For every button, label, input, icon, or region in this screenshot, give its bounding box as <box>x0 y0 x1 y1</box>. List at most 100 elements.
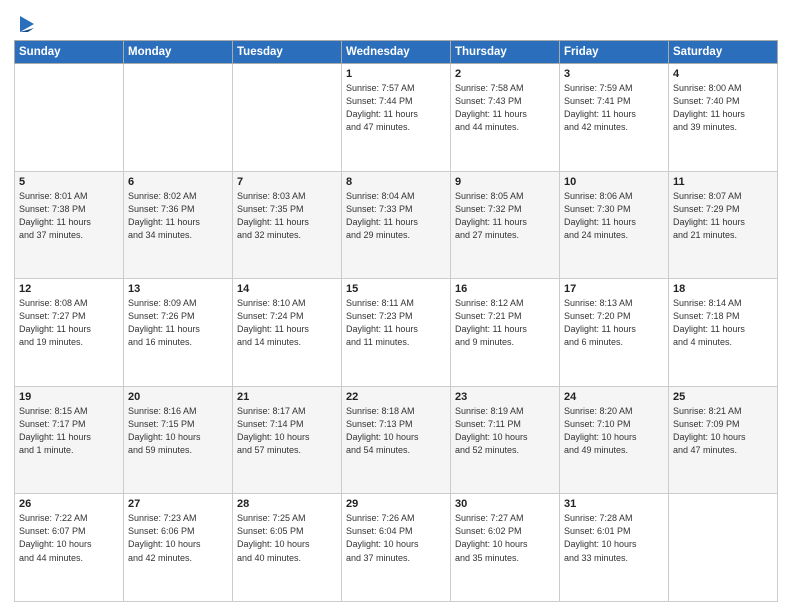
day-number: 14 <box>237 283 337 295</box>
day-info: Sunrise: 7:28 AMSunset: 6:01 PMDaylight:… <box>564 512 664 564</box>
weekday-header-row: SundayMondayTuesdayWednesdayThursdayFrid… <box>15 41 778 64</box>
day-number: 28 <box>237 498 337 510</box>
calendar-cell: 14 Sunrise: 8:10 AMSunset: 7:24 PMDayligh… <box>233 279 342 387</box>
calendar-cell: 15Sunrise: 8:11 AMSunset: 7:23 PMDayligh… <box>342 279 451 387</box>
day-info: Sunrise: 8:19 AMSunset: 7:11 PMDaylight:… <box>455 405 555 457</box>
day-number: 19 <box>19 391 119 403</box>
calendar-table: SundayMondayTuesdayWednesdayThursdayFrid… <box>14 40 778 602</box>
calendar-cell: 18 Sunrise: 8:14 AMSunset: 7:18 PMDayligh… <box>669 279 778 387</box>
day-info: Sunrise: 8:06 AMSunset: 7:30 PMDaylight:… <box>564 190 664 242</box>
day-info: Sunrise: 8:11 AMSunset: 7:23 PMDaylight:… <box>346 297 446 349</box>
weekday-header-saturday: Saturday <box>669 41 778 64</box>
calendar-cell <box>233 64 342 172</box>
calendar-cell: 27 Sunrise: 7:23 AMSunset: 6:06 PMDayligh… <box>124 494 233 602</box>
calendar-cell: 9Sunrise: 8:05 AMSunset: 7:32 PMDaylight… <box>451 171 560 279</box>
day-info: Sunrise: 8:10 AMSunset: 7:24 PMDaylight:… <box>237 297 337 349</box>
weekday-header-monday: Monday <box>124 41 233 64</box>
calendar-cell: 5 Sunrise: 8:01 AMSunset: 7:38 PMDaylight… <box>15 171 124 279</box>
day-number: 22 <box>346 391 446 403</box>
day-info: Sunrise: 8:08 AMSunset: 7:27 PMDaylight:… <box>19 297 119 349</box>
day-number: 21 <box>237 391 337 403</box>
calendar-cell: 8 Sunrise: 8:04 AMSunset: 7:33 PMDaylight… <box>342 171 451 279</box>
day-number: 8 <box>346 176 446 188</box>
weekday-header-tuesday: Tuesday <box>233 41 342 64</box>
weekday-header-sunday: Sunday <box>15 41 124 64</box>
logo <box>14 14 38 32</box>
calendar-cell: 25Sunrise: 8:21 AMSunset: 7:09 PMDayligh… <box>669 386 778 494</box>
weekday-header-wednesday: Wednesday <box>342 41 451 64</box>
calendar-cell: 10 Sunrise: 8:06 AMSunset: 7:30 PMDayligh… <box>560 171 669 279</box>
day-number: 29 <box>346 498 446 510</box>
day-number: 26 <box>19 498 119 510</box>
calendar-cell: 16 Sunrise: 8:12 AMSunset: 7:21 PMDayligh… <box>451 279 560 387</box>
day-number: 30 <box>455 498 555 510</box>
day-info: Sunrise: 8:07 AMSunset: 7:29 PMDaylight:… <box>673 190 773 242</box>
day-info: Sunrise: 7:26 AMSunset: 6:04 PMDaylight:… <box>346 512 446 564</box>
day-info: Sunrise: 7:22 AMSunset: 6:07 PMDaylight:… <box>19 512 119 564</box>
day-number: 17 <box>564 283 664 295</box>
week-row-1: 5 Sunrise: 8:01 AMSunset: 7:38 PMDaylight… <box>15 171 778 279</box>
day-number: 25 <box>673 391 773 403</box>
day-info: Sunrise: 7:23 AMSunset: 6:06 PMDaylight:… <box>128 512 228 564</box>
calendar-cell: 1 Sunrise: 7:57 AMSunset: 7:44 PMDaylight… <box>342 64 451 172</box>
day-number: 7 <box>237 176 337 188</box>
day-info: Sunrise: 8:16 AMSunset: 7:15 PMDaylight:… <box>128 405 228 457</box>
day-info: Sunrise: 7:25 AMSunset: 6:05 PMDaylight:… <box>237 512 337 564</box>
calendar-cell: 12Sunrise: 8:08 AMSunset: 7:27 PMDayligh… <box>15 279 124 387</box>
day-info: Sunrise: 8:15 AMSunset: 7:17 PMDaylight:… <box>19 405 119 457</box>
day-number: 11 <box>673 176 773 188</box>
day-info: Sunrise: 8:00 AMSunset: 7:40 PMDaylight:… <box>673 82 773 134</box>
day-number: 20 <box>128 391 228 403</box>
day-number: 16 <box>455 283 555 295</box>
day-info: Sunrise: 8:09 AMSunset: 7:26 PMDaylight:… <box>128 297 228 349</box>
day-info: Sunrise: 8:03 AMSunset: 7:35 PMDaylight:… <box>237 190 337 242</box>
calendar-cell: 6 Sunrise: 8:02 AMSunset: 7:36 PMDaylight… <box>124 171 233 279</box>
logo-icon <box>16 14 38 36</box>
day-info: Sunrise: 8:18 AMSunset: 7:13 PMDaylight:… <box>346 405 446 457</box>
day-number: 10 <box>564 176 664 188</box>
day-info: Sunrise: 8:04 AMSunset: 7:33 PMDaylight:… <box>346 190 446 242</box>
calendar-cell: 24Sunrise: 8:20 AMSunset: 7:10 PMDayligh… <box>560 386 669 494</box>
day-number: 1 <box>346 68 446 80</box>
weekday-header-thursday: Thursday <box>451 41 560 64</box>
calendar-cell <box>124 64 233 172</box>
calendar-cell: 2 Sunrise: 7:58 AMSunset: 7:43 PMDaylight… <box>451 64 560 172</box>
day-number: 27 <box>128 498 228 510</box>
calendar-cell: 29 Sunrise: 7:26 AMSunset: 6:04 PMDayligh… <box>342 494 451 602</box>
day-number: 13 <box>128 283 228 295</box>
day-info: Sunrise: 8:14 AMSunset: 7:18 PMDaylight:… <box>673 297 773 349</box>
calendar-cell: 23 Sunrise: 8:19 AMSunset: 7:11 PMDayligh… <box>451 386 560 494</box>
calendar-cell: 11 Sunrise: 8:07 AMSunset: 7:29 PMDayligh… <box>669 171 778 279</box>
day-info: Sunrise: 7:58 AMSunset: 7:43 PMDaylight:… <box>455 82 555 134</box>
day-number: 23 <box>455 391 555 403</box>
calendar-cell: 30 Sunrise: 7:27 AMSunset: 6:02 PMDayligh… <box>451 494 560 602</box>
day-number: 9 <box>455 176 555 188</box>
day-info: Sunrise: 8:13 AMSunset: 7:20 PMDaylight:… <box>564 297 664 349</box>
calendar-cell: 4 Sunrise: 8:00 AMSunset: 7:40 PMDaylight… <box>669 64 778 172</box>
header <box>14 10 778 32</box>
day-number: 31 <box>564 498 664 510</box>
day-info: Sunrise: 7:57 AMSunset: 7:44 PMDaylight:… <box>346 82 446 134</box>
calendar-cell: 31 Sunrise: 7:28 AMSunset: 6:01 PMDayligh… <box>560 494 669 602</box>
day-number: 3 <box>564 68 664 80</box>
calendar-cell <box>15 64 124 172</box>
day-number: 18 <box>673 283 773 295</box>
calendar-cell <box>669 494 778 602</box>
day-number: 5 <box>19 176 119 188</box>
calendar-cell: 20 Sunrise: 8:16 AMSunset: 7:15 PMDayligh… <box>124 386 233 494</box>
week-row-4: 26 Sunrise: 7:22 AMSunset: 6:07 PMDayligh… <box>15 494 778 602</box>
day-info: Sunrise: 8:01 AMSunset: 7:38 PMDaylight:… <box>19 190 119 242</box>
day-number: 6 <box>128 176 228 188</box>
calendar-cell: 7 Sunrise: 8:03 AMSunset: 7:35 PMDaylight… <box>233 171 342 279</box>
day-number: 24 <box>564 391 664 403</box>
calendar-cell: 21Sunrise: 8:17 AMSunset: 7:14 PMDayligh… <box>233 386 342 494</box>
weekday-header-friday: Friday <box>560 41 669 64</box>
day-info: Sunrise: 7:27 AMSunset: 6:02 PMDaylight:… <box>455 512 555 564</box>
calendar-cell: 17 Sunrise: 8:13 AMSunset: 7:20 PMDayligh… <box>560 279 669 387</box>
day-info: Sunrise: 8:12 AMSunset: 7:21 PMDaylight:… <box>455 297 555 349</box>
day-info: Sunrise: 8:02 AMSunset: 7:36 PMDaylight:… <box>128 190 228 242</box>
day-number: 4 <box>673 68 773 80</box>
week-row-3: 19 Sunrise: 8:15 AMSunset: 7:17 PMDayligh… <box>15 386 778 494</box>
calendar-cell: 13 Sunrise: 8:09 AMSunset: 7:26 PMDayligh… <box>124 279 233 387</box>
day-number: 2 <box>455 68 555 80</box>
